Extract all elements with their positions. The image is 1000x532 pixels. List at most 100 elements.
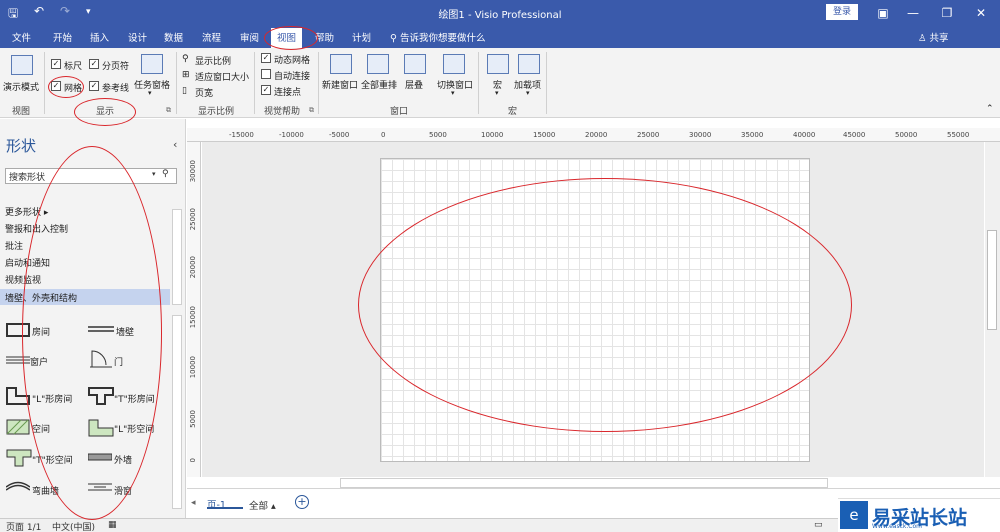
annotation-ellipse-view-tab xyxy=(264,26,318,50)
fit-window-button[interactable]: 适应窗口大小 xyxy=(195,70,249,83)
site-watermark: e 易采站长站 Www.easck.Com xyxy=(838,498,1000,532)
previous-page-icon[interactable]: ◂ xyxy=(191,498,196,508)
connection-points-label: 连接点 xyxy=(274,88,302,98)
dialog-launcher-icon[interactable]: ⧉ xyxy=(309,106,314,115)
chevron-down-icon[interactable]: ▾ xyxy=(495,89,499,97)
watermark-logo-icon: e xyxy=(840,501,868,529)
separator xyxy=(176,52,177,114)
share-label: 共享 xyxy=(929,33,949,44)
macros-icon xyxy=(487,54,509,74)
dialog-launcher-icon[interactable]: ⧉ xyxy=(166,106,171,115)
t-space-shape-icon[interactable] xyxy=(6,449,32,467)
task-panes-button[interactable]: 任务窗格 xyxy=(134,78,170,91)
ruler-checkbox[interactable]: ✓ xyxy=(51,59,61,69)
annotation-ellipse-shapes xyxy=(22,146,162,520)
guides-label: 参考线 xyxy=(102,84,130,94)
language-indicator[interactable]: 中文(中国) xyxy=(52,520,95,532)
page-tab[interactable]: 页-1 xyxy=(207,491,243,511)
tab-data[interactable]: 数据 xyxy=(164,30,183,44)
tab-process[interactable]: 流程 xyxy=(202,30,221,44)
ruler-tick: 0 xyxy=(381,131,386,139)
separator xyxy=(546,52,547,114)
stencil-list-scrollbar[interactable] xyxy=(172,209,182,305)
chevron-down-icon[interactable]: ▾ xyxy=(148,89,152,97)
dynamic-grid-label: 动态网格 xyxy=(274,56,311,66)
zoom-button[interactable]: 显示比例 xyxy=(195,54,231,67)
ribbon-display-options-icon[interactable]: ▣ xyxy=(872,3,894,23)
tab-file[interactable]: 文件 xyxy=(12,30,31,44)
horizontal-ruler: -15000 -10000 -5000 0 5000 10000 15000 2… xyxy=(187,128,1000,142)
pagebreaks-checkbox[interactable]: ✓ xyxy=(89,59,99,69)
tab-home[interactable]: 开始 xyxy=(53,30,72,44)
all-pages-menu[interactable]: 全部 ▴ xyxy=(249,498,276,512)
dynamic-grid-checkbox[interactable]: ✓ xyxy=(261,53,271,63)
more-shapes-label: 更多形状 xyxy=(5,208,42,218)
presentation-mode-button[interactable]: 演示模式 xyxy=(3,80,39,93)
title-bar: 🖫 ↶ ↷ ▾ 绘图1 - Visio Professional 登录 ▣ — … xyxy=(0,0,1000,26)
collapse-pane-icon[interactable]: ‹ xyxy=(173,138,177,151)
tab-plan[interactable]: 计划 xyxy=(352,30,371,44)
tab-design[interactable]: 设计 xyxy=(128,30,147,44)
shapes-scrollbar[interactable] xyxy=(172,315,182,509)
horizontal-scrollbar[interactable] xyxy=(340,478,828,488)
autoconnect-checkbox[interactable] xyxy=(261,69,271,79)
fit-window-icon: ⊞ xyxy=(182,70,190,80)
vertical-scrollbar[interactable] xyxy=(985,142,1000,477)
caret-up-icon: ▴ xyxy=(271,501,276,512)
ruler-tick: 40000 xyxy=(793,131,816,139)
pagebreaks-label: 分页符 xyxy=(102,62,130,72)
presentation-mode-icon xyxy=(11,55,33,75)
tab-insert[interactable]: 插入 xyxy=(90,30,109,44)
add-page-icon[interactable]: + xyxy=(295,495,309,509)
ruler-tick: 15000 xyxy=(189,306,197,329)
fit-page-icon[interactable]: ▭ xyxy=(814,520,823,530)
ruler-tick: 25000 xyxy=(637,131,660,139)
annotation-ellipse-grid xyxy=(48,76,84,98)
page-indicator[interactable]: 页面 1/1 xyxy=(6,520,41,532)
page-width-button[interactable]: 页宽 xyxy=(195,86,213,99)
tab-review[interactable]: 审阅 xyxy=(240,30,259,44)
ruler-tick: 30000 xyxy=(189,160,197,183)
search-icon[interactable]: ⚲ xyxy=(162,169,169,179)
task-panes-icon xyxy=(141,54,163,74)
collapse-ribbon-icon[interactable]: ⌃ xyxy=(986,104,994,114)
ruler-tick: 5000 xyxy=(189,410,197,428)
share-button[interactable]: ♙ 共享 xyxy=(918,30,949,44)
scroll-thumb[interactable] xyxy=(987,230,997,330)
all-pages-label: 全部 xyxy=(249,501,269,512)
group-window-label: 窗口 xyxy=(390,107,409,117)
connection-points-checkbox[interactable]: ✓ xyxy=(261,85,271,95)
separator xyxy=(318,52,319,114)
minimize-icon[interactable]: — xyxy=(902,3,924,23)
ribbon-tabs: 文件 开始 插入 设计 数据 流程 审阅 视图 帮助 计划 ⚲ 告诉我你想要做什… xyxy=(0,26,1000,48)
person-icon: ♙ xyxy=(918,33,930,44)
ruler-tick: 20000 xyxy=(189,256,197,279)
switch-windows-button[interactable]: 切换窗口 xyxy=(437,78,473,91)
ruler-label: 标尺 xyxy=(64,62,83,72)
lightbulb-search-icon: ⚲ xyxy=(390,33,400,44)
space-shape-icon[interactable] xyxy=(6,419,30,435)
arrange-all-button[interactable]: 全部重排 xyxy=(361,78,397,91)
chevron-down-icon[interactable]: ▾ xyxy=(526,89,530,97)
stencil-item[interactable]: 批注 xyxy=(5,239,23,252)
switch-windows-icon xyxy=(443,54,465,74)
curved-wall-shape-icon[interactable] xyxy=(6,481,30,491)
restore-icon[interactable]: ❐ xyxy=(936,3,958,23)
chevron-down-icon[interactable]: ▾ xyxy=(152,170,156,178)
zoom-icon: ⚲ xyxy=(182,54,189,64)
login-button[interactable]: 登录 xyxy=(826,4,858,20)
cascade-button[interactable]: 层叠 xyxy=(405,78,423,91)
ribbon: 演示模式 视图 ✓ 标尺 ✓ 分页符 ✓ 网格 ✓ 参考线 任务窗格 ▾ 显示 … xyxy=(0,48,1000,118)
new-window-button[interactable]: 新建窗口 xyxy=(322,78,358,91)
ruler-tick: 0 xyxy=(189,458,197,463)
annotation-ellipse-show-group xyxy=(74,98,136,126)
chevron-down-icon[interactable]: ▾ xyxy=(451,89,455,97)
macro-record-icon[interactable]: ▦ xyxy=(108,520,117,530)
watermark-subtext: Www.easck.Com xyxy=(872,523,922,530)
shapes-pane-title: 形状 xyxy=(6,137,37,155)
close-icon[interactable]: ✕ xyxy=(970,3,992,23)
addons-icon xyxy=(518,54,540,74)
guides-checkbox[interactable]: ✓ xyxy=(89,81,99,91)
tell-me-search[interactable]: ⚲ 告诉我你想要做什么 xyxy=(390,30,486,44)
annotation-ellipse-canvas xyxy=(358,178,852,432)
